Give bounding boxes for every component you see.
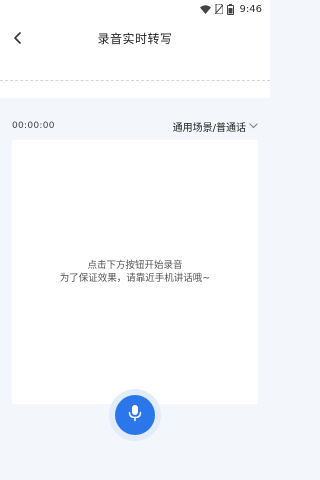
realtime-text-area (0, 58, 270, 98)
hint-text-tip: 为了保证效果，请靠近手机讲话哦~ (59, 273, 211, 284)
scene-language-select[interactable]: 通用场景/普通话 (173, 119, 258, 134)
scene-language-label: 通用场景/普通话 (172, 122, 246, 134)
no-sim-icon (214, 4, 223, 14)
battery-icon (226, 3, 234, 15)
wifi-icon (199, 4, 211, 14)
chevron-down-icon (249, 121, 258, 132)
back-button[interactable] (6, 26, 28, 50)
hint-text-start: 点击下方按钮开始录音 (87, 260, 183, 271)
nav-bar: 录音实时转写 (0, 18, 270, 58)
status-bar: 9:46 (0, 0, 270, 18)
transcript-panel: 点击下方按钮开始录音 为了保证效果，请靠近手机讲话哦~ (12, 140, 258, 404)
page-title: 录音实时转写 (97, 31, 173, 46)
record-button[interactable] (115, 395, 155, 435)
recording-timer: 00:00:00 (12, 121, 55, 131)
microphone-icon (128, 404, 142, 426)
recording-info-row: 00:00:00 通用场景/普通话 (12, 118, 258, 134)
back-chevron-icon (13, 29, 21, 48)
status-time: 9:46 (239, 3, 262, 15)
dashed-divider (0, 80, 270, 81)
record-button-ring (109, 389, 161, 441)
